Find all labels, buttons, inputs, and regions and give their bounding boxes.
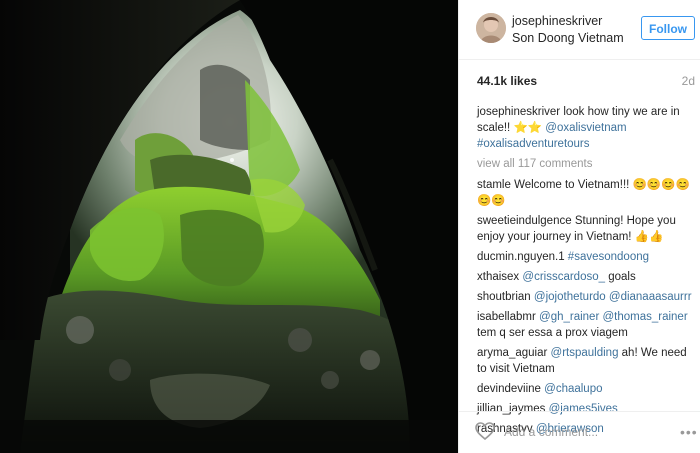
add-comment-input[interactable]: Add a comment... [504,425,598,439]
heart-shape [475,422,495,441]
instagram-post: josephineskriver Son Doong Vietnam Follo… [0,0,700,453]
view-all-comments-link[interactable]: view all 117 comments [477,156,695,172]
comment-link[interactable]: @rtspaulding [551,347,619,359]
caption-username[interactable]: josephineskriver [477,106,560,118]
list-item: shoutbrian @jojotheturdo @dianaaasaurrr [477,289,695,305]
cave-photo [0,0,458,453]
comment-link[interactable]: @crisscardoso_ [522,271,605,283]
post-photo[interactable] [0,0,458,453]
comment-link[interactable]: @chaalupo [544,383,602,395]
comment-username[interactable]: sweetieindulgence [477,215,572,227]
comments-list: josephineskriver look how tiny we are in… [477,104,695,441]
list-item: isabellabmr @gh_rainer @thomas_rainer te… [477,309,695,341]
post-meta: 44.1k likes 2d [477,74,695,90]
more-options-icon[interactable]: ••• [680,424,698,440]
comment-username[interactable]: devindeviine [477,383,541,395]
post-header: josephineskriver Son Doong Vietnam Follo… [459,0,700,60]
comment-username[interactable]: shoutbrian [477,291,531,303]
comment-link[interactable]: @gh_rainer @thomas_rainer [539,311,688,323]
list-item: devindeviine @chaalupo [477,381,695,397]
comment-text: goals [605,271,636,283]
list-item: sweetieindulgence Stunning! Hope you enj… [477,213,695,245]
post-age[interactable]: 2d [682,74,695,88]
comment-username[interactable]: stamle [477,179,511,191]
comment-username[interactable]: aryma_aguiar [477,347,547,359]
avatar[interactable] [476,13,506,43]
comment-text: tem q ser essa a prox viagem [477,327,628,339]
post-sidebar: josephineskriver Son Doong Vietnam Follo… [458,0,700,453]
comment-bar: Add a comment... ••• [459,411,700,453]
heart-icon[interactable] [475,422,495,441]
list-item: aryma_aguiar @rtspaulding ah! We need to… [477,345,695,377]
comment-username[interactable]: xthaisex [477,271,519,283]
comment-username[interactable]: ducmin.nguyen.1 [477,251,565,263]
comment-link[interactable]: #savesondoong [568,251,649,263]
comment-username[interactable]: isabellabmr [477,311,536,323]
follow-button[interactable]: Follow [641,16,695,40]
comment-link[interactable]: @jojotheturdo @dianaaasaurrr [534,291,692,303]
header-username[interactable]: josephineskriver [512,14,602,29]
caption: josephineskriver look how tiny we are in… [477,104,695,152]
list-item: stamle Welcome to Vietnam!!! 😊😊😊😊😊😊 [477,177,695,209]
profile-photo [476,13,506,43]
list-item: xthaisex @crisscardoso_ goals [477,269,695,285]
header-location[interactable]: Son Doong Vietnam [512,31,624,46]
list-item: ducmin.nguyen.1 #savesondoong [477,249,695,265]
likes-count[interactable]: 44.1k likes [477,74,537,88]
caption-emoji: ⭐⭐ [513,122,543,134]
